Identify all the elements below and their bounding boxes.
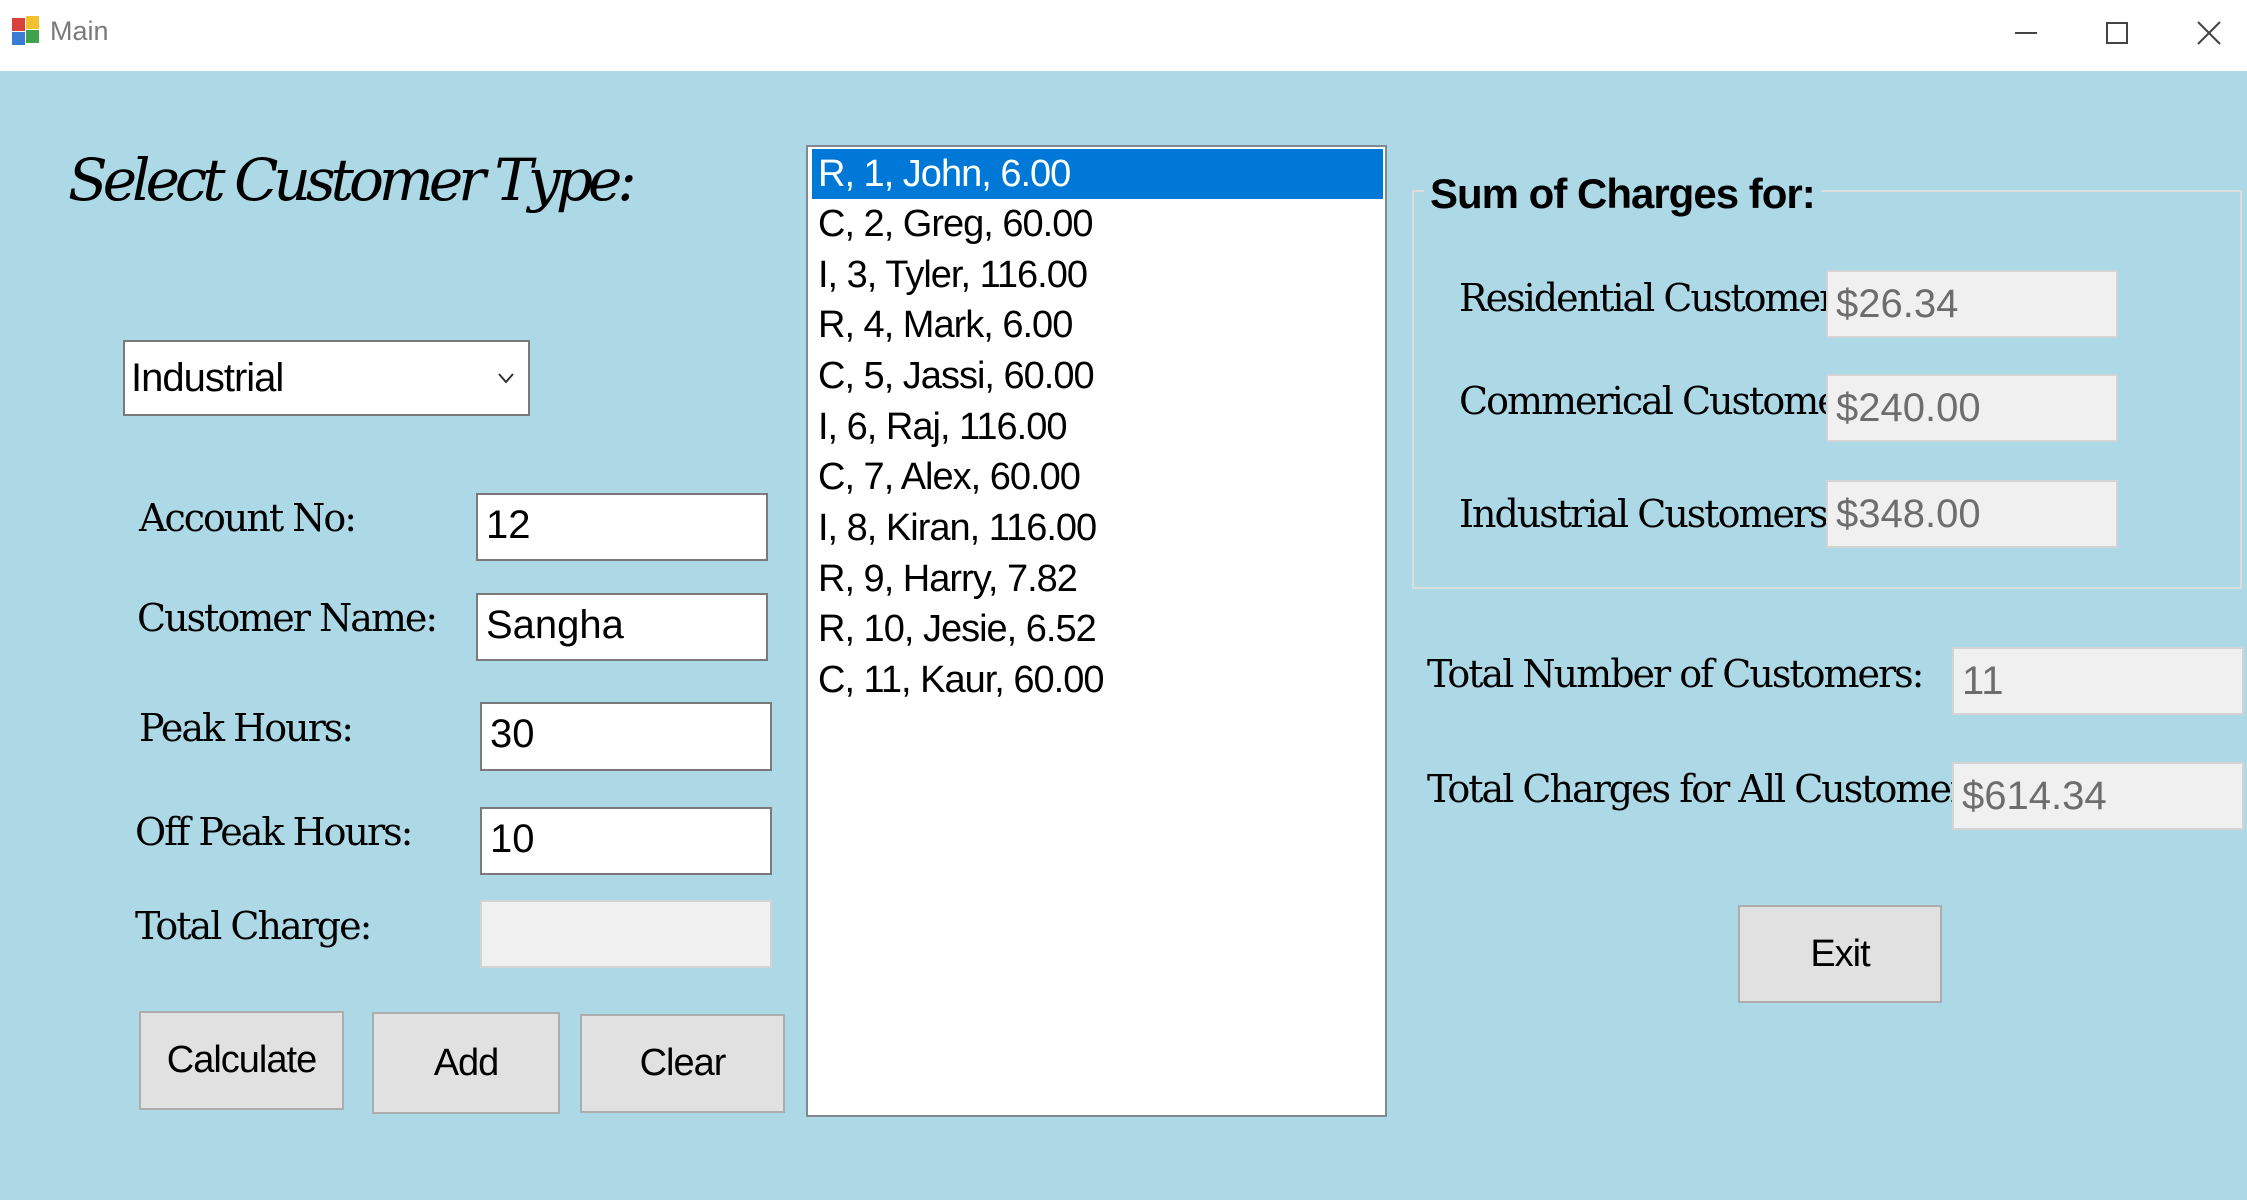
add-button[interactable]: Add xyxy=(372,1012,560,1114)
customer-listbox[interactable]: R, 1, John, 6.00 C, 2, Greg, 60.00 I, 3,… xyxy=(806,145,1387,1117)
account-no-input[interactable]: 12 xyxy=(476,493,768,561)
residential-customers-field: $26.34 xyxy=(1826,270,2118,338)
total-charge-label: Total Charge: xyxy=(135,904,372,948)
customer-name-input[interactable]: Sangha xyxy=(476,593,768,661)
commercial-customers-field: $240.00 xyxy=(1826,374,2118,442)
industrial-customers-label: Industrial Customers: xyxy=(1459,492,1839,536)
list-item[interactable]: R, 10, Jesie, 6.52 xyxy=(812,604,1383,654)
off-peak-hours-label: Off Peak Hours: xyxy=(135,810,413,854)
customer-name-label: Customer Name: xyxy=(137,596,438,640)
list-item[interactable]: R, 4, Mark, 6.00 xyxy=(812,300,1383,350)
industrial-customers-field: $348.00 xyxy=(1826,480,2118,548)
commercial-customers-label: Commerical Customers: xyxy=(1459,379,1884,423)
minimize-icon xyxy=(2015,31,2037,34)
maximize-icon xyxy=(2106,21,2128,44)
title-bar xyxy=(0,0,2247,71)
list-item[interactable]: I, 3, Tyler, 116.00 xyxy=(812,250,1383,300)
chevron-down-icon xyxy=(498,373,514,384)
list-item[interactable]: C, 7, Alex, 60.00 xyxy=(812,452,1383,502)
heading-select-customer-type: Select Customer Type: xyxy=(68,146,637,214)
close-icon xyxy=(2197,20,2221,45)
list-item[interactable]: C, 2, Greg, 60.00 xyxy=(812,199,1383,249)
minimize-button[interactable] xyxy=(1980,0,2072,65)
total-charges-label: Total Charges for All Customers: xyxy=(1427,767,1996,811)
total-charge-field xyxy=(480,900,772,968)
account-no-label: Account No: xyxy=(139,496,357,540)
list-item[interactable]: C, 5, Jassi, 60.00 xyxy=(812,351,1383,401)
residential-customers-label: Residential Customers: xyxy=(1459,276,1866,320)
window-title: Main xyxy=(50,16,109,46)
total-customers-field: 11 xyxy=(1952,647,2244,715)
off-peak-hours-input[interactable]: 10 xyxy=(480,807,772,875)
sum-of-charges-title: Sum of Charges for: xyxy=(1424,170,1821,218)
total-customers-label: Total Number of Customers: xyxy=(1427,652,1924,696)
list-item[interactable]: I, 6, Raj, 116.00 xyxy=(812,402,1383,452)
close-button[interactable] xyxy=(2163,0,2247,65)
peak-hours-label: Peak Hours: xyxy=(139,706,354,750)
exit-button[interactable]: Exit xyxy=(1738,905,1942,1003)
list-item[interactable]: I, 8, Kiran, 116.00 xyxy=(812,503,1383,553)
customer-type-selected: Industrial xyxy=(131,356,284,400)
list-item[interactable]: C, 11, Kaur, 60.00 xyxy=(812,655,1383,705)
list-item-selected[interactable]: R, 1, John, 6.00 xyxy=(812,149,1383,199)
clear-button[interactable]: Clear xyxy=(580,1014,785,1113)
maximize-button[interactable] xyxy=(2071,0,2163,65)
total-charges-field: $614.34 xyxy=(1952,762,2244,830)
list-item[interactable]: R, 9, Harry, 7.82 xyxy=(812,554,1383,604)
customer-type-dropdown[interactable]: Industrial xyxy=(123,340,530,416)
calculate-button[interactable]: Calculate xyxy=(139,1011,344,1110)
app-icon xyxy=(12,16,42,46)
peak-hours-input[interactable]: 30 xyxy=(480,702,772,771)
